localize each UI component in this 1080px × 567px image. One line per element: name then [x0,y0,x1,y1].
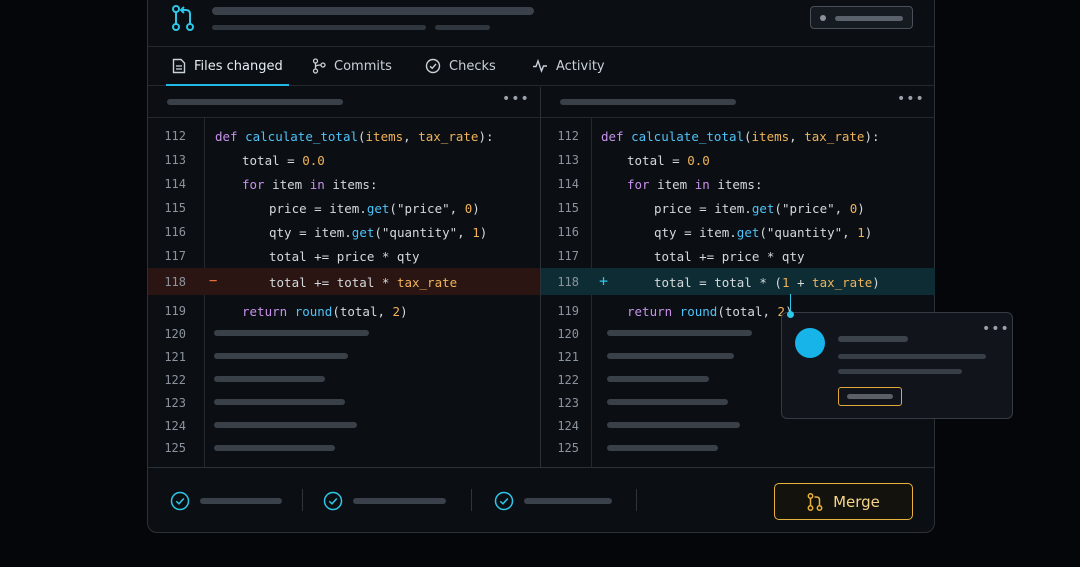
line-number: 113 [164,153,186,167]
check-circle-icon [494,491,514,511]
comment-action-button[interactable] [838,387,902,406]
merge-label: Merge [833,492,880,511]
line-number: 122 [164,373,186,387]
code-placeholder [607,399,728,405]
line-number: 119 [164,304,186,318]
footer-separator [302,489,303,511]
code-placeholder [214,330,369,336]
code-line: total = 0.0 [242,152,325,168]
code-line: total += price * qty [654,248,805,264]
avatar [795,328,825,358]
code-line-added: total = total * (1 + tax_rate) [654,274,880,290]
line-number: 118 [164,275,186,289]
code-line: return round(total, 2) [242,303,408,319]
line-number: 120 [164,327,186,341]
code-line: for item in items: [242,176,378,192]
added-marker: + [599,272,609,290]
line-number: 124 [557,419,579,433]
more-options-icon[interactable]: ••• [982,321,1010,337]
code-placeholder [607,353,734,359]
code-line: price = item. get ("price", 0) [654,200,865,216]
code-line: total = 0.0 [627,152,710,168]
comment-author-placeholder [838,336,908,342]
line-number: 119 [557,304,579,318]
footer-divider [148,467,934,468]
code-line: qty = item. get ("quantity", 1) [654,224,873,240]
line-number: 120 [557,327,579,341]
comment-text-placeholder [838,369,962,374]
code-placeholder [214,422,357,428]
line-number: 115 [557,201,579,215]
button-label-placeholder [847,394,893,399]
code-line: return round(total, 2) [627,303,793,319]
code-placeholder [607,376,709,382]
line-number: 114 [164,177,186,191]
line-number: 117 [164,249,186,263]
line-number: 121 [557,350,579,364]
line-number: 112 [557,129,579,143]
line-number: 125 [164,441,186,455]
line-number: 112 [164,129,186,143]
line-number: 116 [164,225,186,239]
code-line: qty = item. get ("quantity", 1) [269,224,488,240]
code-placeholder [214,376,325,382]
footer-separator [471,489,472,511]
merge-button[interactable]: Merge [774,483,913,520]
line-number: 123 [557,396,579,410]
code-placeholder [214,399,345,405]
footer-separator [636,489,637,511]
check-label-placeholder [524,498,612,504]
pull-request-panel: Files changed Commits Checks Activity ••… [147,0,935,533]
line-number: 118 [557,275,579,289]
code-placeholder [214,353,348,359]
code-line-removed: total += total * tax_rate [269,274,458,290]
code-line: def calculate_total(items, tax_rate): [215,128,494,144]
line-number: 124 [164,419,186,433]
comment-text-placeholder [838,354,986,359]
code-line: def calculate_total(items, tax_rate): [601,128,880,144]
code-line: for item in items: [627,176,763,192]
code-line: total += price * qty [269,248,420,264]
code-line: price = item. get ("price", 0) [269,200,480,216]
comment-anchor-dot [787,311,794,318]
check-circle-icon [323,491,343,511]
code-placeholder [607,422,740,428]
line-number: 115 [164,201,186,215]
check-label-placeholder [200,498,282,504]
line-number: 122 [557,373,579,387]
code-placeholder [607,330,752,336]
merge-icon [807,492,823,511]
line-number: 113 [557,153,579,167]
check-label-placeholder [353,498,446,504]
removed-marker: − [209,273,218,289]
line-number: 116 [557,225,579,239]
line-number: 117 [557,249,579,263]
left-code-pane: 112 113 114 115 116 117 118 119 120 121 … [148,0,540,469]
line-number: 125 [557,441,579,455]
check-circle-icon [170,491,190,511]
comment-popover: ••• [781,312,1013,419]
code-placeholder [214,445,335,451]
line-number: 114 [557,177,579,191]
line-number: 123 [164,396,186,410]
code-placeholder [607,445,718,451]
line-number: 121 [164,350,186,364]
